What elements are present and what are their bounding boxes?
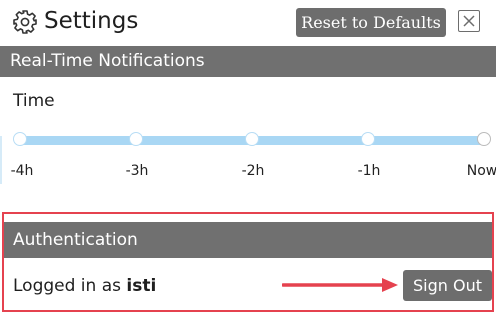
slider-stop-now[interactable] bbox=[477, 132, 491, 146]
tick-label: -1h bbox=[357, 163, 381, 179]
page-title: Settings bbox=[44, 8, 139, 34]
slider-stop-2h[interactable] bbox=[245, 132, 259, 146]
time-slider[interactable] bbox=[13, 132, 491, 146]
username: isti bbox=[126, 276, 157, 296]
tick-label: -3h bbox=[125, 163, 149, 179]
tick-label: Now bbox=[466, 163, 496, 179]
realtime-notifications-header: Real-Time Notifications bbox=[0, 46, 496, 77]
close-icon bbox=[463, 15, 475, 27]
logged-in-status: Logged in as isti bbox=[13, 275, 156, 297]
slider-stop-3h[interactable] bbox=[129, 132, 143, 146]
logged-in-label: Logged in as bbox=[13, 276, 121, 296]
tick-label: -2h bbox=[241, 163, 265, 179]
settings-header: Settings Reset to Defaults bbox=[0, 0, 496, 46]
arrow-right-icon bbox=[282, 278, 398, 292]
sign-out-button[interactable]: Sign Out bbox=[403, 270, 492, 301]
slider-stop-4h[interactable] bbox=[13, 132, 27, 146]
authentication-header: Authentication bbox=[4, 222, 492, 258]
close-button[interactable] bbox=[458, 10, 480, 32]
gear-icon bbox=[12, 9, 38, 35]
tick-label: -4h bbox=[10, 163, 34, 179]
slider-stop-1h[interactable] bbox=[361, 132, 375, 146]
reset-to-defaults-button[interactable]: Reset to Defaults bbox=[296, 8, 446, 37]
time-label: Time bbox=[13, 91, 55, 111]
